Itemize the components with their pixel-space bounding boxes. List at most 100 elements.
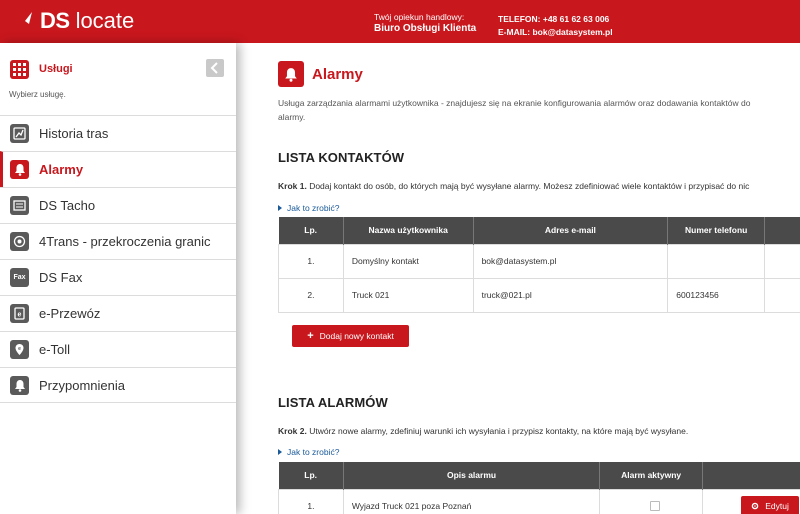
logo-locate-text: locate (75, 8, 135, 33)
cell-email: bok@datasystem.pl (472, 243, 669, 279)
cell-lp: 1. (278, 488, 344, 514)
howto-label: Jak to zrobić? (287, 203, 340, 213)
alarms-step-number: Krok 2. (278, 426, 307, 436)
howto-label: Jak to zrobić? (287, 447, 340, 457)
alarms-table: Lp. Opis alarmu Alarm aktywny 1. Wyjazd … (278, 462, 800, 514)
contacts-heading: LISTA KONTAKTÓW (278, 150, 405, 165)
cell-name: Domyślny kontakt (342, 243, 474, 279)
sidebar-item-label: Alarmy (39, 162, 84, 177)
services-grid-icon (10, 60, 29, 79)
cell-description: Wyjazd Truck 021 poza Poznań (342, 488, 601, 514)
alarms-heading: LISTA ALARMÓW (278, 395, 388, 410)
contacts-step-number: Krok 1. (278, 181, 307, 191)
col-email: Adres e-mail (473, 217, 669, 244)
alarms-step-text: Utwórz nowe alarmy, zdefiniuj warunki ic… (306, 426, 689, 436)
cell-email: truck@021.pl (472, 277, 669, 313)
table-row: 1. Domyślny kontakt bok@datasystem.pl (278, 243, 800, 279)
sidebar-item-label: Historia tras (39, 126, 109, 141)
table-row: 2. Truck 021 truck@021.pl 600123456 (278, 277, 800, 313)
gear-icon (751, 502, 759, 510)
table-row: 1. Wyjazd Truck 021 poza Poznań Edytuj (278, 488, 800, 514)
sidebar-item-label: e-Przewóz (39, 306, 101, 321)
col-username: Nazwa użytkownika (343, 217, 474, 244)
page-description: Usługa zarządzania alarmami użytkownika … (278, 96, 800, 124)
svg-text:e: e (18, 312, 22, 319)
sidebar-item-e-toll[interactable]: e e-Toll (0, 331, 236, 367)
contacts-step-text: Dodaj kontakt do osób, do których mają b… (306, 181, 750, 191)
alarms-howto-link[interactable]: Jak to zrobić? (278, 447, 339, 457)
sidebar-item-label: DS Fax (39, 270, 83, 285)
ds-locate-logo[interactable]: DS locate (16, 8, 134, 34)
cell-phone: 600123456 (667, 277, 766, 313)
account-manager: Twój opiekun handlowy: Biuro Obsługi Kli… (374, 11, 476, 35)
svg-text:e: e (18, 346, 21, 352)
plus-icon: + (307, 330, 314, 342)
cell-actions (764, 243, 800, 279)
account-manager-label: Twój opiekun handlowy: (374, 12, 465, 22)
services-sidebar: Usługi Wybierz usługę. Historia tras Ala… (0, 43, 236, 514)
alarms-step: Krok 2. Utwórz nowe alarmy, zdefiniuj wa… (278, 426, 688, 436)
sidebar-item-przypomnienia[interactable]: Przypomnienia (0, 367, 236, 403)
sidebar-item-ds-fax[interactable]: Fax DS Fax (0, 259, 236, 295)
caret-right-icon (278, 449, 282, 455)
sidebar-item-label: DS Tacho (39, 198, 96, 213)
collapse-sidebar-button[interactable] (206, 59, 224, 77)
sidebar-menu: Historia tras Alarmy DS Tacho 4Trans - p… (0, 115, 236, 403)
reminder-bell-icon (10, 376, 29, 395)
col-actions (764, 217, 800, 244)
sidebar-item-ds-tacho[interactable]: DS Tacho (0, 187, 236, 223)
cell-lp: 2. (278, 277, 344, 313)
sidebar-item-historia-tras[interactable]: Historia tras (0, 115, 236, 151)
contacts-step: Krok 1. Dodaj kontakt do osób, do któryc… (278, 181, 749, 191)
page-title: Alarmy (312, 66, 363, 83)
fax-icon-text: Fax (13, 274, 26, 281)
col-alarm-active: Alarm aktywny (599, 462, 704, 489)
col-lp: Lp. (278, 217, 344, 244)
tacho-icon (10, 196, 29, 215)
sidebar-item-label: Przypomnienia (39, 378, 125, 393)
caret-right-icon (278, 205, 282, 211)
sidebar-item-label: 4Trans - przekroczenia granic (39, 234, 211, 249)
col-alarm-description: Opis alarmu (343, 462, 601, 489)
description-line-2: alarmy. (278, 112, 306, 122)
alarm-active-checkbox[interactable] (650, 501, 661, 511)
toll-icon: e (10, 340, 29, 359)
col-actions (702, 462, 800, 489)
cell-actions: Edytuj (702, 488, 800, 514)
cell-active (599, 488, 704, 514)
chevron-left-icon (210, 62, 218, 74)
sidebar-item-e-przewoz[interactable]: e e-Przewóz (0, 295, 236, 331)
top-header: DS locate Twój opiekun handlowy: Biuro O… (0, 0, 800, 43)
description-line-1: Usługa zarządzania alarmami użytkownika … (278, 98, 751, 108)
phone-line: TELEFON: +48 61 62 63 006 (498, 14, 610, 24)
logo-ds-text: DS (40, 8, 70, 33)
cell-name: Truck 021 (342, 277, 474, 313)
logo-arrow-icon (18, 12, 32, 30)
e-transport-icon: e (10, 304, 29, 323)
cell-lp: 1. (278, 243, 344, 279)
sidebar-header: Usługi Wybierz usługę. (0, 43, 236, 115)
add-contact-button[interactable]: + Dodaj nowy kontakt (292, 325, 409, 347)
add-contact-label: Dodaj nowy kontakt (319, 331, 394, 341)
fax-icon: Fax (10, 268, 29, 287)
contacts-howto-link[interactable]: Jak to zrobić? (278, 203, 339, 213)
table-header-row: Lp. Nazwa użytkownika Adres e-mail Numer… (278, 217, 800, 244)
sidebar-title: Usługi (39, 63, 73, 75)
bell-icon (10, 160, 29, 179)
account-manager-name: Biuro Obsługi Klienta (374, 23, 477, 34)
edit-alarm-button[interactable]: Edytuj (741, 496, 800, 514)
border-crossing-icon (10, 232, 29, 251)
email-line: E-MAIL: bok@datasystem.pl (498, 27, 613, 37)
table-header-row: Lp. Opis alarmu Alarm aktywny (278, 462, 800, 489)
sidebar-item-label: e-Toll (39, 342, 71, 357)
cell-phone (667, 243, 766, 279)
col-phone: Numer telefonu (667, 217, 766, 244)
alarm-bell-icon (278, 61, 304, 87)
edit-label: Edytuj (765, 501, 789, 511)
cell-actions (764, 277, 800, 313)
col-lp: Lp. (278, 462, 344, 489)
contact-info: TELEFON: +48 61 62 63 006 E-MAIL: bok@da… (498, 13, 613, 39)
sidebar-item-4trans[interactable]: 4Trans - przekroczenia granic (0, 223, 236, 259)
sidebar-item-alarmy[interactable]: Alarmy (0, 151, 236, 187)
main-content: Alarmy Usługa zarządzania alarmami użytk… (236, 43, 800, 514)
